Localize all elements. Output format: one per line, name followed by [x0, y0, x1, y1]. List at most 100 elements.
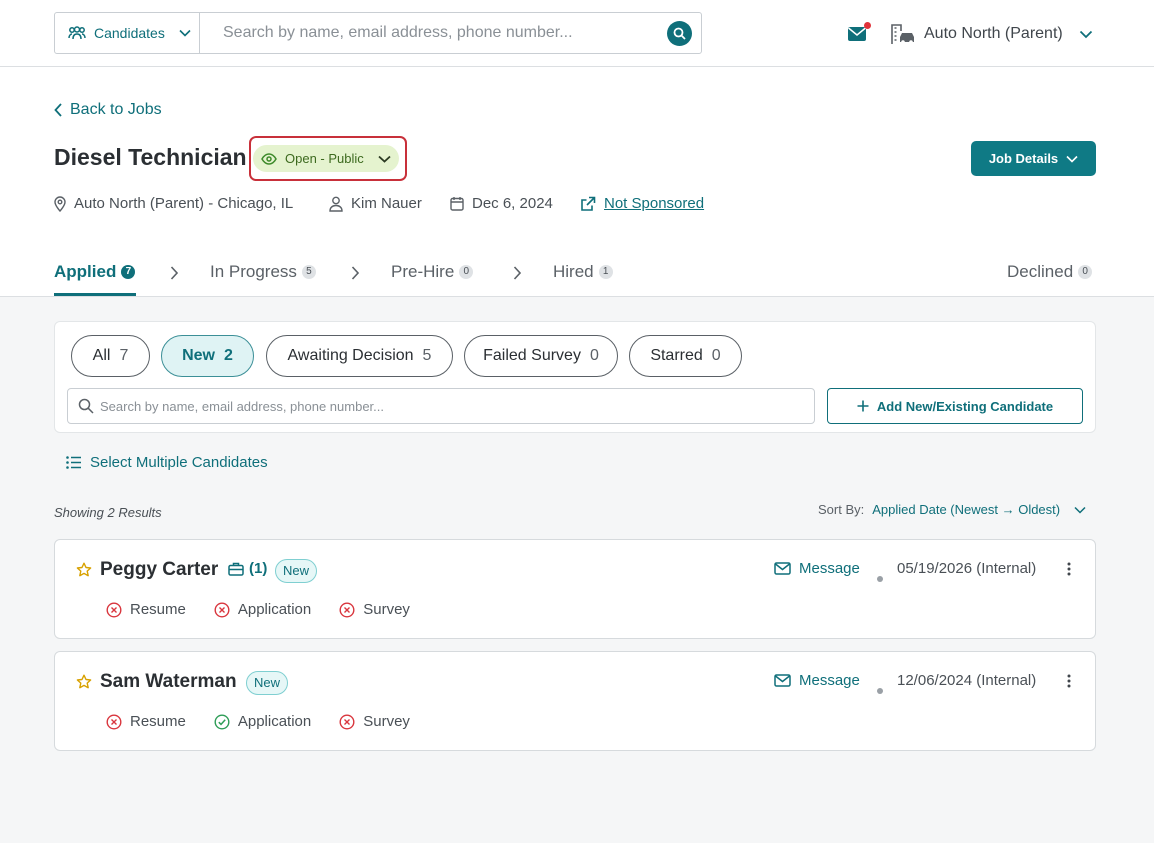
more-options-icon[interactable]: [1067, 674, 1071, 688]
filter-chip-failed-survey[interactable]: Failed Survey 0: [464, 335, 618, 377]
document-status-list: Resume Application Survey: [106, 601, 410, 618]
org-name: Auto North (Parent): [924, 25, 1063, 42]
message-button[interactable]: Message: [774, 560, 860, 577]
separator-dot: [877, 576, 883, 582]
select-multiple-label: Select Multiple Candidates: [90, 454, 268, 471]
chevron-down-icon: [179, 29, 191, 37]
doc-survey[interactable]: Survey: [339, 713, 410, 730]
tab-applied[interactable]: Applied 7: [54, 262, 136, 282]
tab-label: Pre-Hire: [391, 262, 455, 281]
case-count: (1): [249, 560, 268, 577]
x-circle-icon: [106, 713, 122, 730]
x-circle-icon: [106, 601, 122, 618]
candidates-icon: [68, 26, 86, 40]
tab-count-badge: 5: [301, 265, 316, 279]
job-date: Dec 6, 2024: [450, 195, 553, 212]
doc-resume[interactable]: Resume: [106, 601, 186, 618]
applied-date: 05/19/2026 (Internal): [897, 560, 1037, 577]
global-search-input[interactable]: [200, 13, 701, 53]
chip-label: New: [182, 347, 215, 364]
message-label: Message: [799, 560, 860, 577]
job-details-label: Job Details: [988, 151, 1059, 166]
user-icon: [329, 196, 343, 212]
filter-chip-new[interactable]: New 2: [161, 335, 254, 377]
tab-hired[interactable]: Hired 1: [553, 262, 613, 282]
sponsorship-text: Not Sponsored: [604, 195, 705, 212]
chevron-left-icon: [54, 103, 62, 117]
search-button[interactable]: [667, 21, 692, 46]
separator-dot: [877, 688, 883, 694]
messages-button[interactable]: [847, 22, 871, 44]
chevron-right-icon: [351, 266, 359, 280]
sort-label: Sort By:: [818, 502, 865, 517]
add-candidate-button[interactable]: Add New/Existing Candidate: [827, 388, 1083, 424]
job-status-label: Open - Public: [285, 151, 364, 166]
chevron-down-icon: [1066, 155, 1078, 163]
doc-label: Application: [237, 601, 312, 618]
back-to-jobs-link[interactable]: Back to Jobs: [54, 101, 162, 119]
briefcase-icon: [228, 562, 244, 576]
org-switcher[interactable]: Auto North (Parent): [890, 22, 1093, 46]
chip-label: Awaiting Decision: [287, 347, 414, 364]
tab-label: Hired: [553, 262, 594, 281]
doc-application[interactable]: Application: [214, 601, 311, 618]
tab-pre-hire[interactable]: Pre-Hire 0: [391, 262, 474, 282]
star-icon[interactable]: [76, 562, 92, 578]
tab-count-badge: 7: [121, 265, 136, 279]
tab-declined[interactable]: Declined 0: [1007, 262, 1093, 282]
candidate-name[interactable]: Sam Waterman: [100, 671, 237, 693]
sponsorship-link[interactable]: Not Sponsored: [580, 195, 704, 212]
dealership-icon: [890, 23, 916, 45]
chip-count: 0: [589, 347, 599, 364]
add-candidate-label: Add New/Existing Candidate: [876, 398, 1054, 414]
candidate-card[interactable]: Sam Waterman New Message 12/06/2024 (Int…: [54, 651, 1096, 751]
back-label: Back to Jobs: [70, 101, 162, 118]
message-button[interactable]: Message: [774, 672, 860, 689]
sort-value: Applied Date (Newest → Oldest): [872, 502, 1061, 517]
select-multiple-link[interactable]: Select Multiple Candidates: [66, 454, 268, 471]
doc-label: Survey: [363, 713, 410, 730]
new-badge: New: [275, 559, 318, 583]
notification-dot: [864, 22, 871, 29]
search-scope-dropdown[interactable]: Candidates: [55, 13, 200, 53]
document-status-list: Resume Application Survey: [106, 713, 410, 730]
candidate-name[interactable]: Peggy Carter: [100, 559, 218, 581]
applied-date: 12/06/2024 (Internal): [897, 672, 1037, 689]
x-circle-icon: [339, 713, 355, 730]
map-pin-icon: [54, 195, 66, 212]
doc-resume[interactable]: Resume: [106, 713, 186, 730]
chip-label: All: [92, 347, 111, 364]
global-search: Candidates: [54, 12, 702, 54]
tab-in-progress[interactable]: In Progress 5: [210, 262, 316, 282]
filter-chip-awaiting-decision[interactable]: Awaiting Decision 5: [266, 335, 453, 377]
filter-chip-starred[interactable]: Starred 0: [629, 335, 742, 377]
chip-count: 0: [711, 347, 721, 364]
message-label: Message: [799, 672, 860, 689]
chip-count: 5: [422, 347, 432, 364]
open-cases-link[interactable]: (1): [228, 560, 267, 577]
job-title: Diesel Technician: [54, 144, 247, 170]
doc-application[interactable]: Application: [214, 713, 311, 730]
candidate-search: [67, 388, 815, 424]
more-options-icon[interactable]: [1067, 562, 1071, 576]
filter-chip-all[interactable]: All 7: [71, 335, 150, 377]
candidate-search-input[interactable]: [68, 389, 814, 423]
chip-count: 2: [224, 347, 233, 364]
check-circle-icon: [214, 713, 230, 730]
job-details-button[interactable]: Job Details: [971, 141, 1096, 176]
star-icon[interactable]: [76, 674, 92, 690]
sort-dropdown[interactable]: Sort By: Applied Date (Newest → Oldest): [818, 502, 1086, 517]
active-tab-indicator: [54, 293, 136, 296]
tab-count-badge: 0: [1078, 265, 1093, 279]
job-status-dropdown[interactable]: Open - Public: [253, 145, 399, 172]
chip-label: Starred: [650, 347, 703, 364]
chevron-right-icon: [170, 266, 178, 280]
search-scope-label: Candidates: [94, 25, 165, 41]
candidate-card[interactable]: Peggy Carter (1) New Message 05/19/2026 …: [54, 539, 1096, 639]
chevron-right-icon: [513, 266, 521, 280]
chip-label: Failed Survey: [483, 347, 581, 364]
new-badge: New: [246, 671, 289, 695]
results-count: Showing 2 Results: [54, 505, 162, 520]
doc-survey[interactable]: Survey: [339, 601, 410, 618]
doc-label: Survey: [363, 601, 410, 618]
